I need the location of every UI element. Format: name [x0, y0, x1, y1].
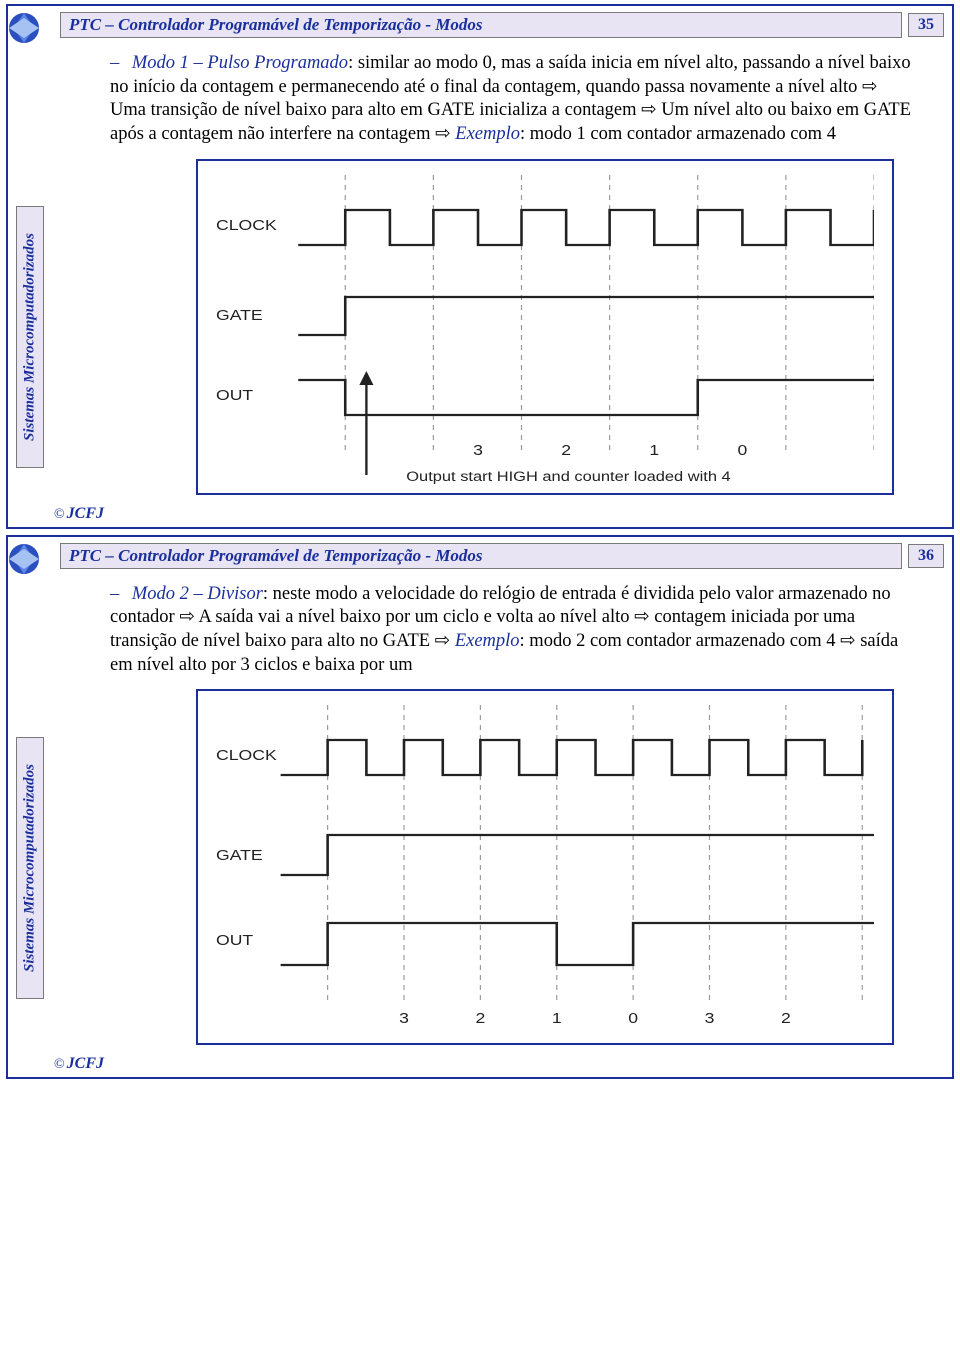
side-label-box: Sistemas Microcomputadorizados: [16, 206, 44, 468]
title-bar: PTC – Controlador Programável de Tempori…: [60, 12, 944, 38]
bullet-dash: –: [110, 53, 119, 73]
side-label-box: Sistemas Microcomputadorizados: [16, 737, 44, 999]
body-text: – Modo 2 – Divisor: neste modo a velocid…: [110, 583, 914, 678]
diagram-svg: CLOCK GATE OUT 3 2 1 0 Output start HIGH…: [216, 175, 874, 485]
footer-text: JCFJ: [67, 505, 104, 522]
bullet-dash: –: [110, 584, 119, 604]
diagram-svg: CLOCK GATE OUT 3 2 1 0 3 2: [216, 705, 874, 1035]
svg-text:GATE: GATE: [216, 307, 263, 323]
copyright-icon: ©: [54, 1057, 65, 1072]
svg-text:CLOCK: CLOCK: [216, 748, 277, 764]
title-bar: PTC – Controlador Programável de Tempori…: [60, 543, 944, 569]
svg-text:0: 0: [628, 1011, 638, 1027]
slide-footer: ©JCFJ: [54, 505, 944, 523]
footer-text: JCFJ: [67, 1055, 104, 1072]
svg-text:0: 0: [737, 442, 747, 458]
svg-text:Output start HIGH and counter: Output start HIGH and counter loaded wit…: [406, 469, 731, 485]
slide-36: PTC – Controlador Programável de Tempori…: [6, 535, 954, 1080]
page-number: 35: [908, 13, 944, 37]
exemplo-label: Exemplo: [455, 631, 520, 651]
svg-text:2: 2: [781, 1011, 791, 1027]
logo-icon: [2, 8, 46, 48]
exemplo-label: Exemplo: [455, 124, 520, 144]
timing-diagram: CLOCK GATE OUT 3 2 1 0 Output start HIGH…: [196, 159, 894, 495]
svg-text:3: 3: [705, 1011, 715, 1027]
timing-diagram: CLOCK GATE OUT 3 2 1 0 3 2: [196, 689, 894, 1045]
svg-text:3: 3: [399, 1011, 409, 1027]
mode-name: Modo 2 – Divisor: [132, 584, 263, 604]
body-text: – Modo 1 – Pulso Programado: similar ao …: [110, 52, 914, 147]
side-label: Sistemas Microcomputadorizados: [22, 764, 39, 972]
slide-35: PTC – Controlador Programável de Tempori…: [6, 4, 954, 529]
copyright-icon: ©: [54, 507, 65, 522]
slide-title: PTC – Controlador Programável de Tempori…: [60, 12, 902, 38]
mode-name: Modo 1 – Pulso Programado: [132, 53, 348, 73]
svg-text:3: 3: [473, 442, 483, 458]
svg-text:1: 1: [649, 442, 659, 458]
svg-text:1: 1: [552, 1011, 562, 1027]
svg-text:OUT: OUT: [216, 387, 253, 403]
svg-text:CLOCK: CLOCK: [216, 217, 277, 233]
svg-text:OUT: OUT: [216, 933, 253, 949]
svg-text:GATE: GATE: [216, 848, 263, 864]
page-number: 36: [908, 544, 944, 568]
svg-text:2: 2: [561, 442, 571, 458]
side-label: Sistemas Microcomputadorizados: [22, 233, 39, 441]
exemplo-text: : modo 1 com contador armazenado com 4: [520, 124, 836, 144]
svg-text:2: 2: [475, 1011, 485, 1027]
slide-footer: ©JCFJ: [54, 1055, 944, 1073]
logo-icon: [2, 539, 46, 579]
slide-title: PTC – Controlador Programável de Tempori…: [60, 543, 902, 569]
